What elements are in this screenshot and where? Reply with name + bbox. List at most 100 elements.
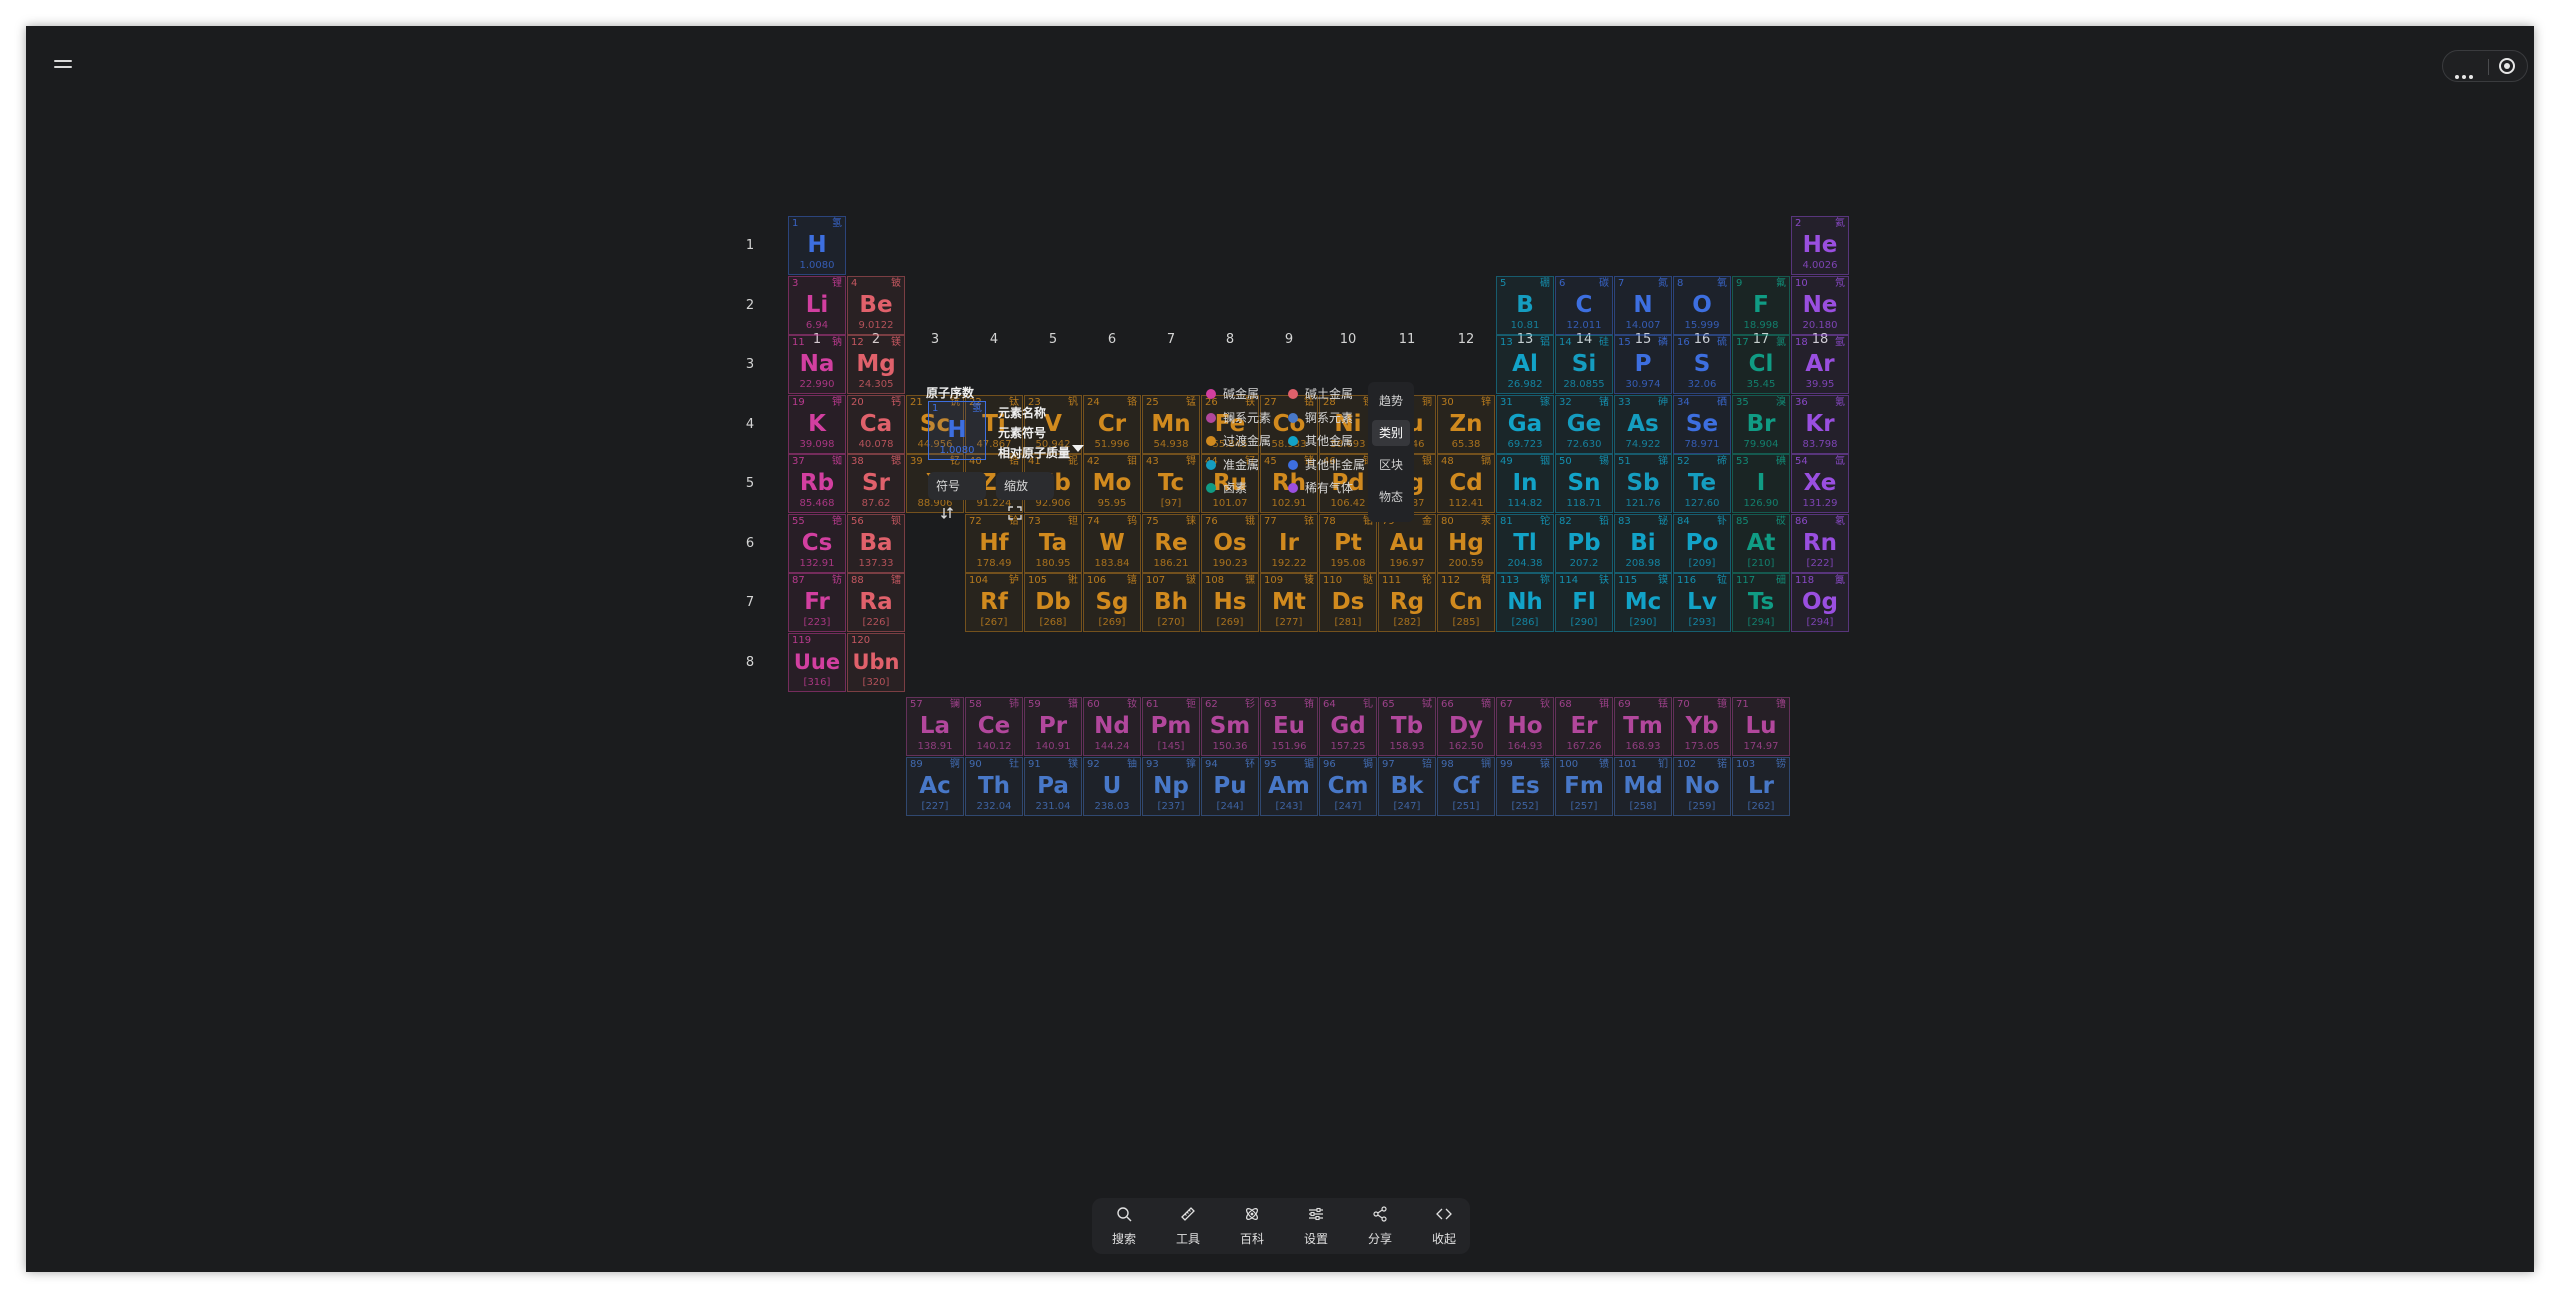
element-cell-xe[interactable]: 54 氙 Xe 131.29 — [1791, 454, 1849, 513]
element-cell-bk[interactable]: 97 锫 Bk [247] — [1378, 756, 1436, 816]
element-cell-ho[interactable]: 67 钬 Ho 164.93 — [1496, 697, 1554, 756]
element-cell-tb[interactable]: 65 铽 Tb 158.93 — [1378, 697, 1436, 756]
element-cell-ne[interactable]: 10 氖 Ne 20.180 — [1791, 275, 1849, 335]
category-item[interactable]: 卤素 — [1206, 480, 1247, 496]
element-cell-ba[interactable]: 56 钡 Ba 137.33 — [847, 513, 905, 573]
element-cell-bi[interactable]: 83 铋 Bi 208.98 — [1614, 513, 1672, 573]
element-cell-li[interactable]: 3 锂 Li 6.94 — [788, 275, 846, 335]
element-cell-ds[interactable]: 110 𫟼 Ds [281] — [1319, 573, 1377, 632]
element-cell-al[interactable]: 13 铝 Al 26.982 — [1496, 335, 1554, 394]
element-cell-ir[interactable]: 77 铱 Ir 192.22 — [1260, 513, 1318, 573]
element-cell-ta[interactable]: 73 钽 Ta 180.95 — [1024, 513, 1082, 573]
element-cell-nd[interactable]: 60 钕 Nd 144.24 — [1083, 697, 1141, 756]
element-cell-la[interactable]: 57 镧 La 138.91 — [906, 697, 964, 756]
element-cell-fl[interactable]: 114 𫓧 Fl [290] — [1555, 573, 1613, 632]
zoom-button[interactable]: 缩放 — [996, 472, 1054, 520]
element-cell-s[interactable]: 16 硫 S 32.06 — [1673, 335, 1731, 394]
element-cell-pm[interactable]: 61 钷 Pm [145] — [1142, 697, 1200, 756]
element-cell-ac[interactable]: 89 锕 Ac [227] — [906, 756, 964, 816]
category-item[interactable]: 碱土金属 — [1288, 386, 1353, 402]
element-cell-mg[interactable]: 12 镁 Mg 24.305 — [847, 335, 905, 394]
element-cell-i[interactable]: 53 碘 I 126.90 — [1732, 454, 1790, 513]
element-cell-sg[interactable]: 106 𬭳 Sg [269] — [1083, 573, 1141, 632]
more-icon[interactable] — [2455, 64, 2476, 83]
mode-tab[interactable]: 区块 — [1372, 452, 1410, 478]
element-cell-sb[interactable]: 51 锑 Sb 121.76 — [1614, 454, 1672, 513]
toolbar-ruler-button[interactable]: 工具 — [1156, 1198, 1220, 1254]
element-cell-tc[interactable]: 43 锝 Tc [97] — [1142, 454, 1200, 513]
element-cell-ubn[interactable]: 120 Ubn [320] — [847, 632, 905, 692]
element-cell-se[interactable]: 34 硒 Se 78.971 — [1673, 394, 1731, 454]
category-item[interactable]: 碱金属 — [1206, 386, 1259, 402]
element-cell-p[interactable]: 15 磷 P 30.974 — [1614, 335, 1672, 394]
element-cell-ge[interactable]: 32 锗 Ge 72.630 — [1555, 394, 1613, 454]
mode-tab[interactable]: 趋势 — [1372, 388, 1410, 414]
element-cell-no[interactable]: 102 锘 No [259] — [1673, 756, 1731, 816]
element-cell-np[interactable]: 93 镎 Np [237] — [1142, 756, 1200, 816]
element-cell-sr[interactable]: 38 锶 Sr 87.62 — [847, 454, 905, 513]
element-cell-cm[interactable]: 96 锔 Cm [247] — [1319, 756, 1377, 816]
element-cell-og[interactable]: 118 鿫 Og [294] — [1791, 573, 1849, 632]
element-cell-pu[interactable]: 94 钚 Pu [244] — [1201, 756, 1259, 816]
element-cell-rg[interactable]: 111 𬬭 Rg [282] — [1378, 573, 1436, 632]
category-item[interactable]: 镧系元素 — [1206, 410, 1271, 426]
element-cell-c[interactable]: 6 碳 C 12.011 — [1555, 275, 1613, 335]
element-cell-re[interactable]: 75 铼 Re 186.21 — [1142, 513, 1200, 573]
caret-down-icon[interactable] — [1072, 445, 1084, 452]
element-cell-in[interactable]: 49 铟 In 114.82 — [1496, 454, 1554, 513]
element-cell-ga[interactable]: 31 镓 Ga 69.723 — [1496, 394, 1554, 454]
element-cell-ts[interactable]: 117 鿬 Ts [294] — [1732, 573, 1790, 632]
element-cell-db[interactable]: 105 𬭊 Db [268] — [1024, 573, 1082, 632]
element-cell-pr[interactable]: 59 镨 Pr 140.91 — [1024, 697, 1082, 756]
element-cell-na[interactable]: 11 钠 Na 22.990 — [788, 335, 846, 394]
element-cell-at[interactable]: 85 砹 At [210] — [1732, 513, 1790, 573]
toolbar-share-button[interactable]: 分享 — [1348, 1198, 1412, 1254]
element-cell-uue[interactable]: 119 Uue [316] — [788, 632, 846, 692]
element-cell-si[interactable]: 14 硅 Si 28.0855 — [1555, 335, 1613, 394]
symbol-sort-button[interactable]: 符号 — [928, 472, 986, 519]
element-cell-mc[interactable]: 115 镆 Mc [290] — [1614, 573, 1672, 632]
element-cell-fm[interactable]: 100 镄 Fm [257] — [1555, 756, 1613, 816]
element-cell-zn[interactable]: 30 锌 Zn 65.38 — [1437, 394, 1495, 454]
element-cell-bh[interactable]: 107 𬭛 Bh [270] — [1142, 573, 1200, 632]
element-cell-tm[interactable]: 69 铥 Tm 168.93 — [1614, 697, 1672, 756]
element-cell-tl[interactable]: 81 铊 Tl 204.38 — [1496, 513, 1554, 573]
category-item[interactable]: 过渡金属 — [1206, 433, 1271, 449]
element-cell-ce[interactable]: 58 铈 Ce 140.12 — [965, 697, 1023, 756]
element-cell-o[interactable]: 8 氧 O 15.999 — [1673, 275, 1731, 335]
element-cell-fr[interactable]: 87 钫 Fr [223] — [788, 573, 846, 632]
toolbar-sliders-button[interactable]: 设置 — [1284, 1198, 1348, 1254]
element-cell-ar[interactable]: 18 氩 Ar 39.95 — [1791, 335, 1849, 394]
element-cell-ra[interactable]: 88 镭 Ra [226] — [847, 573, 905, 632]
element-cell-hs[interactable]: 108 𬭶 Hs [269] — [1201, 573, 1259, 632]
element-cell-br[interactable]: 35 溴 Br 79.904 — [1732, 394, 1790, 454]
category-item[interactable]: 其他非金属 — [1288, 457, 1365, 473]
element-cell-os[interactable]: 76 锇 Os 190.23 — [1201, 513, 1259, 573]
element-cell-pb[interactable]: 82 铅 Pb 207.2 — [1555, 513, 1613, 573]
element-cell-am[interactable]: 95 镅 Am [243] — [1260, 756, 1318, 816]
element-cell-cl[interactable]: 17 氯 Cl 35.45 — [1732, 335, 1790, 394]
element-cell-b[interactable]: 5 硼 B 10.81 — [1496, 275, 1554, 335]
element-cell-dy[interactable]: 66 镝 Dy 162.50 — [1437, 697, 1495, 756]
element-cell-lu[interactable]: 71 镥 Lu 174.97 — [1732, 697, 1790, 756]
category-item[interactable]: 锕系元素 — [1288, 410, 1353, 426]
element-cell-th[interactable]: 90 钍 Th 232.04 — [965, 756, 1023, 816]
element-cell-rb[interactable]: 37 铷 Rb 85.468 — [788, 454, 846, 513]
element-cell-sm[interactable]: 62 钐 Sm 150.36 — [1201, 697, 1259, 756]
element-cell-cr[interactable]: 24 铬 Cr 51.996 — [1083, 394, 1141, 454]
element-cell-he[interactable]: 2 氦 He 4.0026 — [1791, 216, 1849, 275]
element-cell-hg[interactable]: 80 汞 Hg 200.59 — [1437, 513, 1495, 573]
element-cell-mo[interactable]: 42 钼 Mo 95.95 — [1083, 454, 1141, 513]
category-item[interactable]: 准金属 — [1206, 457, 1259, 473]
element-cell-rn[interactable]: 86 氡 Rn [222] — [1791, 513, 1849, 573]
mode-tab[interactable]: 类别 — [1372, 420, 1410, 446]
element-cell-ca[interactable]: 20 钙 Ca 40.078 — [847, 394, 905, 454]
element-cell-as[interactable]: 33 砷 As 74.922 — [1614, 394, 1672, 454]
element-cell-cd[interactable]: 48 镉 Cd 112.41 — [1437, 454, 1495, 513]
element-cell-pa[interactable]: 91 镤 Pa 231.04 — [1024, 756, 1082, 816]
element-cell-kr[interactable]: 36 氪 Kr 83.798 — [1791, 394, 1849, 454]
element-cell-lr[interactable]: 103 铹 Lr [262] — [1732, 756, 1790, 816]
element-cell-h[interactable]: 1 氢 H 1.0080 — [788, 216, 846, 275]
element-cell-mn[interactable]: 25 锰 Mn 54.938 — [1142, 394, 1200, 454]
close-target-icon[interactable] — [2499, 58, 2515, 74]
